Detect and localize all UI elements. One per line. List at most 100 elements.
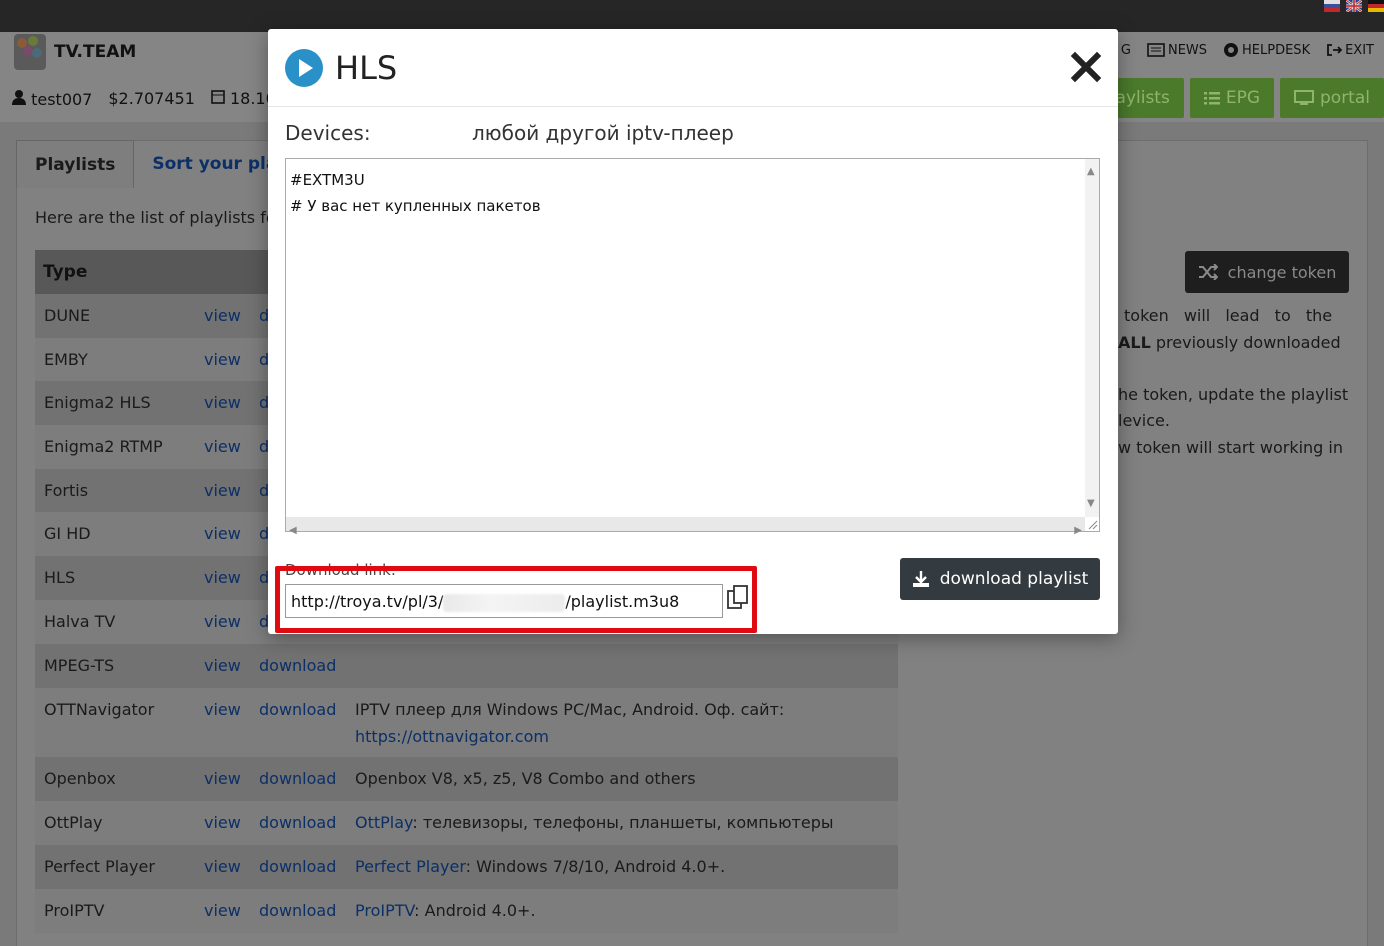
row-type: Openbox [44, 769, 116, 788]
table-row: OttPlay view download OttPlay: телевизоры, … [35, 801, 898, 845]
download-link[interactable]: download [259, 889, 355, 920]
view-link[interactable]: view [204, 644, 259, 675]
copy-icon[interactable] [726, 585, 750, 611]
view-link[interactable]: view [204, 845, 259, 876]
user-info: test007 $2.707451 18.10 [12, 89, 276, 109]
hls-modal: HLS Devices: любой другой iptv-плеер #EX… [268, 29, 1118, 634]
scroll-down-icon[interactable]: ▼ [1087, 491, 1095, 517]
playlist-line: # У вас нет купленных пакетов [290, 197, 541, 215]
row-type: Fortis [44, 481, 89, 500]
view-link[interactable]: view [204, 801, 259, 832]
view-link[interactable]: view [204, 600, 259, 631]
view-link[interactable]: view [204, 889, 259, 920]
view-link[interactable]: view [204, 338, 259, 369]
devices-row: Devices: любой другой iptv-плеер [285, 121, 734, 145]
language-flags [1324, 0, 1384, 12]
newspaper-icon [1147, 43, 1165, 57]
nav-item-g[interactable]: G [1121, 42, 1131, 58]
description-text: : Android 4.0+. [414, 901, 536, 920]
download-link[interactable]: download [259, 688, 355, 719]
devices-label: Devices: [285, 121, 371, 145]
token-info-bold: ALL [1118, 333, 1151, 352]
row-description: Openbox V8, x5, z5, V8 Combo and others [355, 753, 895, 792]
change-token-button[interactable]: change token [1185, 251, 1349, 293]
view-link[interactable]: view [204, 512, 259, 543]
row-description: Perfect Player: Windows 7/8/10, Android … [355, 841, 895, 880]
player-site-link[interactable]: ProIPTV [355, 901, 414, 920]
horizontal-scrollbar[interactable]: ◀ ▶ [286, 517, 1085, 536]
scroll-right-icon[interactable]: ▶ [1074, 518, 1082, 544]
description-text: : Windows 7/8/10, Android 4.0+. [465, 857, 726, 876]
portal-button[interactable]: portal [1280, 78, 1384, 118]
download-link-label: Download link: [285, 561, 396, 579]
row-type: Perfect Player [44, 857, 155, 876]
row-type: Enigma2 HLS [44, 393, 151, 412]
scroll-up-icon[interactable]: ▲ [1087, 159, 1095, 185]
table-row: Perfect Player view download Perfect Player… [35, 845, 898, 889]
scroll-left-icon[interactable]: ◀ [289, 518, 297, 544]
view-link[interactable]: view [204, 688, 259, 719]
resize-handle-icon[interactable] [1086, 518, 1098, 530]
nav-item-news[interactable]: NEWS [1147, 42, 1207, 58]
view-link[interactable]: view [204, 556, 259, 587]
tab-playlists[interactable]: Playlists [16, 140, 135, 188]
nav-label: HELPDESK [1242, 42, 1311, 58]
balance-value: 2.707451 [118, 89, 195, 108]
german-flag-icon[interactable] [1368, 0, 1384, 12]
download-link[interactable]: download [259, 644, 355, 675]
download-playlist-button[interactable]: download playlist [900, 558, 1100, 600]
epg-button[interactable]: EPG [1189, 78, 1274, 118]
modal-header: HLS [268, 29, 1118, 107]
playlist-line: #EXTM3U [290, 171, 365, 189]
nav-item-exit[interactable]: EXIT [1326, 42, 1374, 58]
row-type: EMBY [44, 350, 88, 369]
view-link[interactable]: view [204, 469, 259, 500]
row-type: OTTNavigator [44, 700, 155, 719]
change-token-label: change token [1227, 262, 1337, 282]
list-icon [1203, 92, 1220, 105]
uk-flag-icon[interactable] [1346, 0, 1362, 12]
player-site-link[interactable]: https://ottnavigator.com [355, 727, 549, 746]
token-info-line: w token will start working in [1118, 438, 1343, 457]
view-link[interactable]: view [204, 757, 259, 788]
player-site-link[interactable]: OttPlay [355, 813, 412, 832]
button-label: laylists [1110, 88, 1170, 108]
action-buttons: laylists EPG portal [1104, 78, 1384, 118]
row-description [355, 640, 895, 652]
view-link[interactable]: view [204, 425, 259, 456]
download-link-input[interactable]: http://troya.tv/pl/3/ /playlist.m3u8 [285, 584, 723, 618]
play-icon [285, 48, 323, 87]
token-info-line: he token, update the playlist [1118, 385, 1349, 404]
expiry-date: 18.10 [211, 89, 276, 109]
row-type: Enigma2 RTMP [44, 437, 163, 456]
monitor-icon [1294, 90, 1314, 105]
nav-label: EXIT [1345, 42, 1374, 58]
table-row: OTTNavigator view download IPTV плеер для W… [35, 688, 898, 757]
download-link[interactable]: download [259, 845, 355, 876]
nav-label: G [1120, 42, 1131, 58]
row-type: MPEG-TS [44, 656, 115, 675]
token-info-line: token will lead to the [1124, 306, 1333, 325]
token-info: token will lead to the ALL previously do… [1118, 302, 1350, 461]
table-row: ProIPTV view download ProIPTV: Android 4.0+… [35, 889, 898, 933]
close-icon[interactable] [1070, 51, 1102, 83]
username-text: test007 [31, 90, 93, 109]
calendar-icon [211, 90, 225, 104]
vertical-scrollbar[interactable]: ▲ ▼ [1085, 159, 1099, 517]
download-link[interactable]: download [259, 801, 355, 832]
description-text: IPTV плеер для Windows PC/Mac, Android. … [355, 700, 785, 719]
top-nav: G NEWS HELPDESK EXIT [1121, 42, 1374, 58]
nav-item-helpdesk[interactable]: HELPDESK [1223, 42, 1310, 58]
button-label: EPG [1225, 88, 1260, 108]
view-link[interactable]: view [204, 381, 259, 412]
download-link[interactable]: download [259, 757, 355, 788]
download-icon [912, 571, 929, 587]
site-logo[interactable]: TV.TEAM [14, 34, 136, 70]
sign-out-icon [1327, 44, 1343, 56]
view-link[interactable]: view [204, 294, 259, 325]
playlist-textarea[interactable]: #EXTM3U # У вас нет купленных пакетов ▲ … [285, 158, 1100, 536]
russian-flag-icon[interactable] [1324, 0, 1340, 12]
tv-logo-icon [14, 34, 46, 70]
player-site-link[interactable]: Perfect Player [355, 857, 466, 876]
row-description: OttPlay: телевизоры, телефоны, планшеты,… [355, 797, 895, 836]
